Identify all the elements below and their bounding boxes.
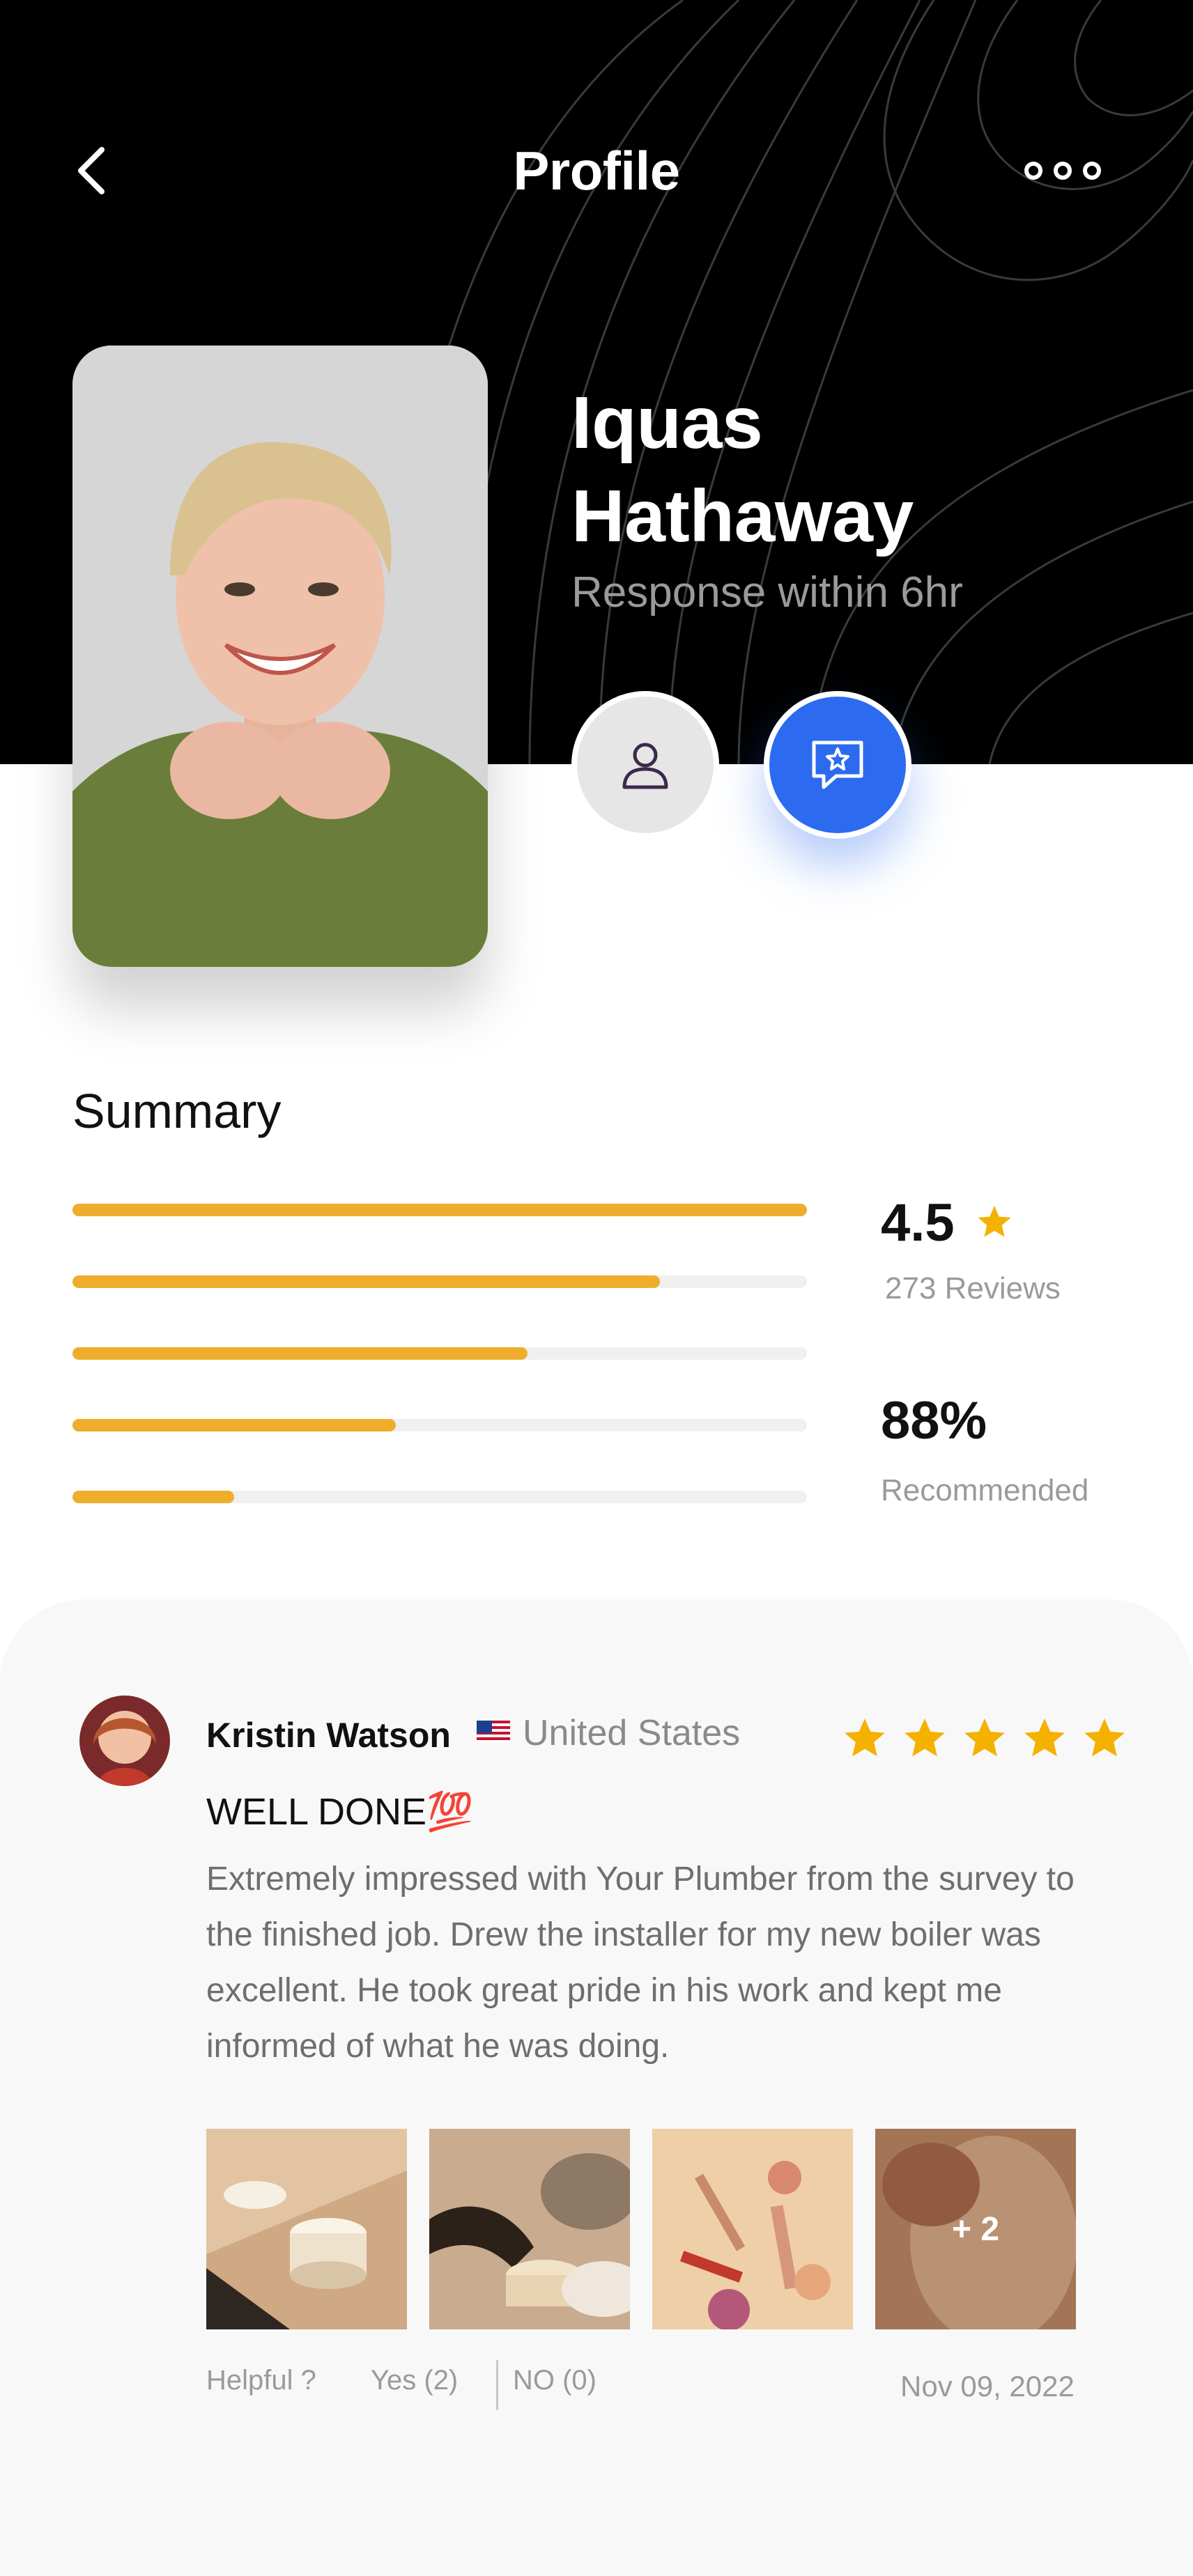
us-flag-icon xyxy=(477,1721,510,1743)
rating-bars xyxy=(72,1204,807,1562)
summary-title: Summary xyxy=(72,1084,282,1138)
star-icon xyxy=(978,1206,1011,1237)
helpful-no-button[interactable]: NO (0) xyxy=(513,2365,596,2396)
avatar xyxy=(79,1696,170,1786)
rating-bar-fill xyxy=(72,1491,234,1503)
review-images: + 2 xyxy=(206,2129,1076,2329)
rating-bar-1 xyxy=(72,1491,807,1503)
helpful-label: Helpful ? xyxy=(206,2365,316,2396)
more-options-button[interactable] xyxy=(1024,157,1101,185)
profile-first-name: Iquas xyxy=(571,382,763,464)
review-body: Extremely impressed with Your Plumber fr… xyxy=(206,1861,1075,2065)
rating-bar-5 xyxy=(72,1204,807,1216)
rating-bar-3 xyxy=(72,1347,807,1360)
review-button[interactable] xyxy=(764,691,911,839)
star-icon xyxy=(845,1718,885,1757)
rating-bar-2 xyxy=(72,1419,807,1431)
profile-photo-image xyxy=(72,346,488,967)
user-icon xyxy=(622,743,668,789)
recommended-label: Recommended xyxy=(881,1473,1089,1507)
chat-star-icon xyxy=(812,740,863,789)
rating-bar-fill xyxy=(72,1275,661,1288)
review-stars xyxy=(842,1715,1127,1761)
divider xyxy=(496,2360,498,2410)
star-icon xyxy=(905,1718,945,1757)
review-image-2[interactable] xyxy=(429,2129,630,2329)
helpful-yes-button[interactable]: Yes (2) xyxy=(371,2365,458,2396)
review-image-1[interactable] xyxy=(206,2129,407,2329)
reviews-count: 273 Reviews xyxy=(885,1271,1061,1305)
rating-bar-fill xyxy=(72,1204,807,1216)
profile-last-name: Hathaway xyxy=(571,475,914,557)
review-date: Nov 09, 2022 xyxy=(900,2370,1075,2403)
review-image-3[interactable] xyxy=(652,2129,853,2329)
response-time: Response within 6hr xyxy=(571,568,963,616)
page-title: Profile xyxy=(513,140,680,201)
more-images-label: + 2 xyxy=(875,2129,1076,2329)
review-image-4[interactable]: + 2 xyxy=(875,2129,1076,2329)
profile-name: Iquas Hathaway xyxy=(571,376,914,563)
star-icon xyxy=(1084,1718,1125,1757)
rating-bar-4 xyxy=(72,1275,807,1288)
rating-bar-fill xyxy=(72,1419,396,1431)
star-icon xyxy=(1024,1718,1065,1757)
profile-button[interactable] xyxy=(571,691,719,839)
recommended-percent: 88% xyxy=(881,1391,987,1450)
star-icon xyxy=(964,1718,1005,1757)
reviewer-name: Kristin Watson xyxy=(206,1716,451,1755)
rating-bar-fill xyxy=(72,1347,528,1360)
rating-value: 4.5 xyxy=(881,1193,955,1252)
more-dots-icon xyxy=(1024,162,1042,180)
profile-photo xyxy=(72,346,488,967)
reviewer-country: United States xyxy=(523,1713,741,1753)
review-title: WELL DONE💯 xyxy=(206,1791,474,1833)
